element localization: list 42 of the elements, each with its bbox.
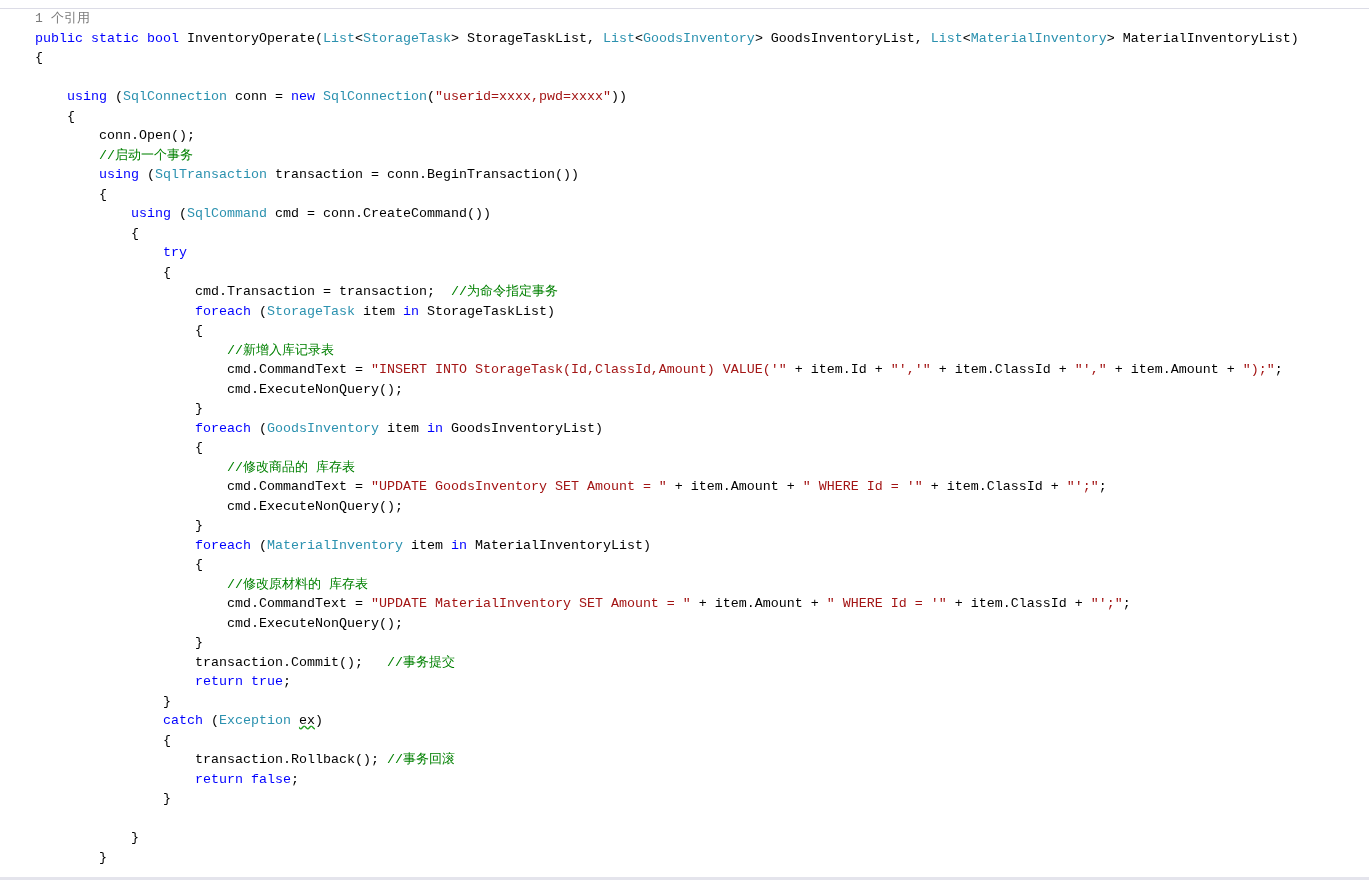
- code-line: using (SqlConnection conn = new SqlConnection("userid=xxxx,pwd=xxxx")): [66, 88, 627, 106]
- code-line: try: [161, 244, 187, 262]
- code-line: }: [161, 692, 171, 711]
- code-line: {: [129, 224, 139, 243]
- code-line: public static bool InventoryOperate(List<StorageTask> StorageTaskList, List<GoodsInventory> GoodsInventoryList, List<MaterialInventory> MaterialInventoryList): [35, 29, 1299, 48]
- code-line: transaction.Rollback(); //事务回滚: [193, 751, 455, 769]
- code-line: {: [193, 439, 203, 457]
- code-line: //启动一个事务: [98, 146, 193, 165]
- code-line: catch (Exception ex): [161, 712, 323, 730]
- code-line: cmd.CommandText = "INSERT INTO StorageTask(Id,ClassId,Amount) VALUE('" + item.Id + "','" + item.ClassId + "'," + item.Amount + ");";: [225, 361, 1283, 379]
- code-line: transaction.Commit(); //事务提交: [193, 653, 455, 672]
- reference-count-link[interactable]: 1 个引用: [35, 9, 90, 29]
- code-line: return false;: [193, 770, 299, 789]
- code-line: cmd.CommandText = "UPDATE MaterialInventory SET Amount = " + item.Amount + " WHERE Id = '" + item.ClassId + "';";: [225, 595, 1131, 613]
- code-line: conn.Open();: [98, 127, 195, 145]
- code-line: cmd.ExecuteNonQuery();: [225, 614, 403, 633]
- code-line: {: [35, 49, 43, 67]
- code-line: //修改商品的 库存表: [225, 458, 355, 477]
- code-line: {: [193, 556, 203, 574]
- code-line: foreach (StorageTask item in StorageTaskList): [193, 302, 555, 321]
- code-line: cmd.Transaction = transaction; //为命令指定事务: [193, 283, 558, 301]
- code-line: using (SqlCommand cmd = conn.CreateCommand()): [129, 205, 491, 223]
- code-line: cmd.ExecuteNonQuery();: [225, 380, 403, 399]
- code-line: return true;: [193, 673, 291, 691]
- code-line: {: [161, 263, 171, 282]
- code-line: using (SqlTransaction transaction = conn.BeginTransaction()): [98, 166, 579, 184]
- code-line: }: [193, 517, 203, 535]
- code-line: {: [98, 185, 107, 204]
- code-line: cmd.CommandText = "UPDATE GoodsInventory SET Amount = " + item.Amount + " WHERE Id = '" + item.ClassId + "';";: [225, 478, 1107, 496]
- code-line: }: [161, 790, 171, 808]
- code-line: }: [193, 634, 203, 652]
- code-line: //修改原材料的 库存表: [225, 575, 368, 594]
- code-line: //新增入库记录表: [225, 341, 334, 360]
- code-line: }: [193, 400, 203, 418]
- code-line: }: [98, 848, 107, 867]
- code-line: foreach (GoodsInventory item in GoodsInventoryList): [193, 419, 603, 438]
- code-line: {: [161, 731, 171, 750]
- code-line: cmd.ExecuteNonQuery();: [225, 497, 403, 516]
- code-line: }: [129, 829, 139, 847]
- code-line: {: [66, 107, 75, 126]
- code-line: foreach (MaterialInventory item in MaterialInventoryList): [193, 536, 651, 555]
- code-line: {: [193, 322, 203, 340]
